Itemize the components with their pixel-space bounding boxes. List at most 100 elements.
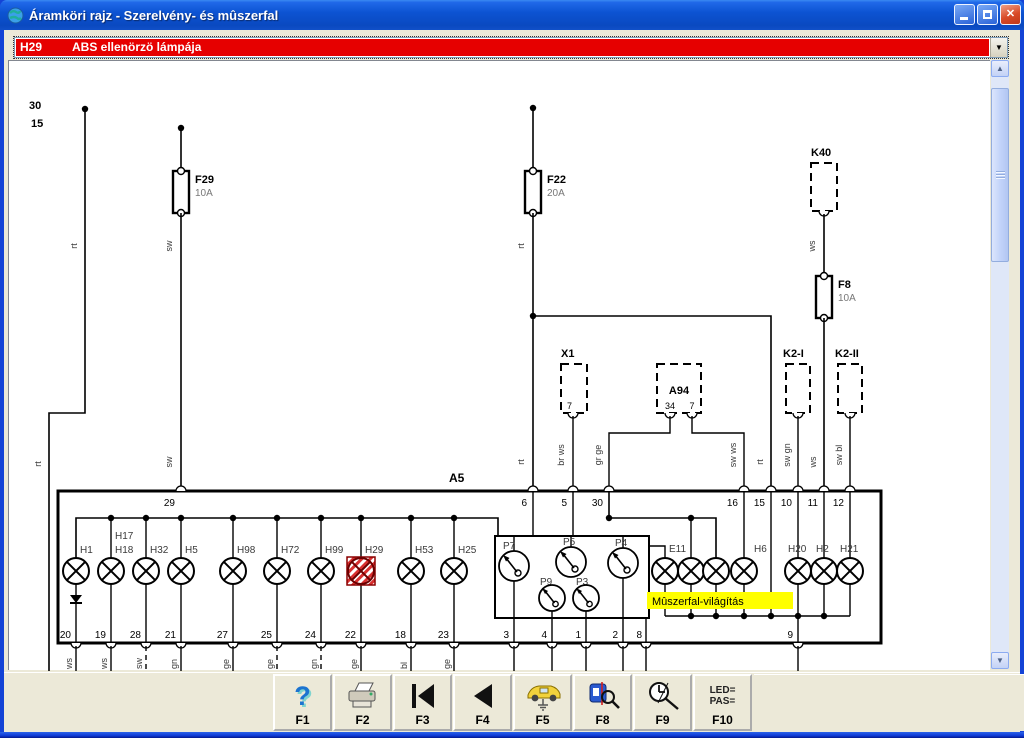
svg-text:19: 19 [95,630,107,641]
car-location-icon [527,685,560,711]
lamp-h53[interactable] [397,557,425,585]
lamp-h32[interactable] [132,557,160,585]
svg-text:H2: H2 [816,544,829,555]
lamp-h21[interactable] [836,557,864,585]
f4-previous-button[interactable]: F4 [453,674,512,731]
svg-text:28: 28 [130,630,142,641]
maximize-button[interactable] [977,4,998,25]
app-icon [7,7,24,23]
fuse-f29[interactable]: F29 10A [171,166,214,492]
f9-locate-button[interactable]: F9 [633,674,692,731]
svg-text:K2-II: K2-II [835,348,859,360]
lamp-h25[interactable] [440,557,468,585]
svg-text:29: 29 [164,498,176,509]
gauge-cluster[interactable]: P7 P5 P4 P9 P3 [494,535,650,643]
gauge-p3[interactable] [572,584,600,612]
svg-text:gn: gn [169,659,179,669]
svg-text:H5: H5 [185,545,198,556]
svg-text:7: 7 [567,401,572,411]
component-code: H29 [20,40,43,54]
scroll-down-button[interactable]: ▼ [991,652,1009,669]
diagram-canvas[interactable]: 30 15 F29 10A F22 20A K40 F8 10A X1 7 A9… [8,60,991,671]
connector-k2-i[interactable]: K2-I [783,348,811,491]
lamp-h20[interactable] [784,557,812,585]
svg-text:F22: F22 [547,174,566,186]
component-search-icon [589,682,620,709]
lamp-h17-h18[interactable] [97,557,125,585]
gauge-p9[interactable] [538,584,566,612]
svg-text:H99: H99 [325,545,344,556]
svg-text:rt: rt [755,459,765,465]
svg-text:H21: H21 [840,544,859,555]
svg-text:4: 4 [541,630,547,641]
svg-text:rt: rt [516,459,526,465]
titlebar[interactable]: Áramköri rajz - Szerelvény- és mûszerfal… [0,0,1024,30]
app-window: Áramköri rajz - Szerelvény- és mûszerfal… [0,0,1024,738]
component-selector[interactable]: H29 ABS ellenörzö lámpája ▼ [13,36,1009,59]
svg-text:ge: ge [221,659,231,669]
vertical-scrollbar[interactable]: ▲ ▼ [991,60,1009,669]
svg-text:22: 22 [345,630,357,641]
svg-text:24: 24 [305,630,317,641]
f1-help-button[interactable]: ? F1 [273,674,332,731]
selected-component[interactable]: H29 ABS ellenörzö lámpája [16,39,989,56]
dropdown-button[interactable]: ▼ [990,38,1007,57]
svg-text:H17: H17 [115,531,134,542]
relay-k40[interactable]: K40 [810,147,838,276]
svg-text:rt: rt [69,243,79,249]
lamp-unlabeled-2[interactable] [702,557,730,585]
f8-component-search-button[interactable]: F8 [573,674,632,731]
close-button[interactable]: ✕ [1000,4,1021,25]
first-page-icon [411,684,434,708]
minimize-button[interactable] [954,4,975,25]
help-icon: ? [294,680,311,711]
svg-text:K2-I: K2-I [783,348,804,360]
svg-text:10A: 10A [838,293,856,304]
svg-text:F29: F29 [195,174,214,186]
fuse-f22[interactable]: F22 20A [523,166,772,492]
svg-text:sw: sw [164,240,174,252]
lamp-h99[interactable] [307,557,335,585]
svg-text:6: 6 [521,498,527,509]
print-icon [348,682,375,708]
svg-text:20A: 20A [547,188,565,199]
svg-text:ws: ws [99,658,109,670]
f5-car-button[interactable]: F5 [513,674,572,731]
svg-text:9: 9 [787,630,793,641]
svg-text:30: 30 [29,100,41,112]
svg-text:27: 27 [217,630,229,641]
lamp-h5[interactable] [167,557,195,585]
lamp-h1[interactable] [62,557,90,585]
gauge-p4[interactable] [607,547,639,579]
bottom-stubs: ws ws sw gn ge ge gn ge bl ge [64,646,799,671]
lamp-h2[interactable] [810,557,838,585]
circuit-diagram[interactable]: 30 15 F29 10A F22 20A K40 F8 10A X1 7 A9… [9,61,991,671]
svg-text:H1: H1 [80,545,93,556]
window-bottom-border [0,732,1024,738]
svg-text:3: 3 [503,630,509,641]
lamp-h72[interactable] [263,557,291,585]
scroll-up-button[interactable]: ▲ [991,60,1009,77]
lamp-h98[interactable] [219,557,247,585]
svg-text:20: 20 [60,630,72,641]
connector-k2-ii[interactable]: K2-II [835,348,863,491]
f2-print-button[interactable]: F2 [333,674,392,731]
gauge-p5[interactable] [555,546,587,578]
svg-text:X1: X1 [561,348,574,360]
svg-text:F8: F8 [838,279,851,291]
svg-text:10: 10 [781,498,793,509]
lamp-h29-highlighted[interactable] [346,556,376,586]
f3-first-button[interactable]: F3 [393,674,452,731]
gauge-p7[interactable] [498,550,530,582]
connector-x1[interactable]: X1 7 [560,348,588,491]
lamp-h6[interactable] [730,557,758,585]
lamp-e11[interactable] [651,557,679,585]
scrollbar-thumb[interactable] [991,88,1009,262]
lamp-unlabeled-1[interactable] [677,557,705,585]
svg-text:A5: A5 [449,471,465,485]
svg-text:H72: H72 [281,545,300,556]
connector-a94[interactable]: A94 34 7 [608,363,745,491]
right-gutter [1009,60,1020,672]
lamps[interactable]: H1 H17 H18 H32 H5 H98 H72 H99 H29 H53 H2… [62,531,864,586]
f10-led-pas-button[interactable]: LED= PAS= F10 [693,674,752,731]
